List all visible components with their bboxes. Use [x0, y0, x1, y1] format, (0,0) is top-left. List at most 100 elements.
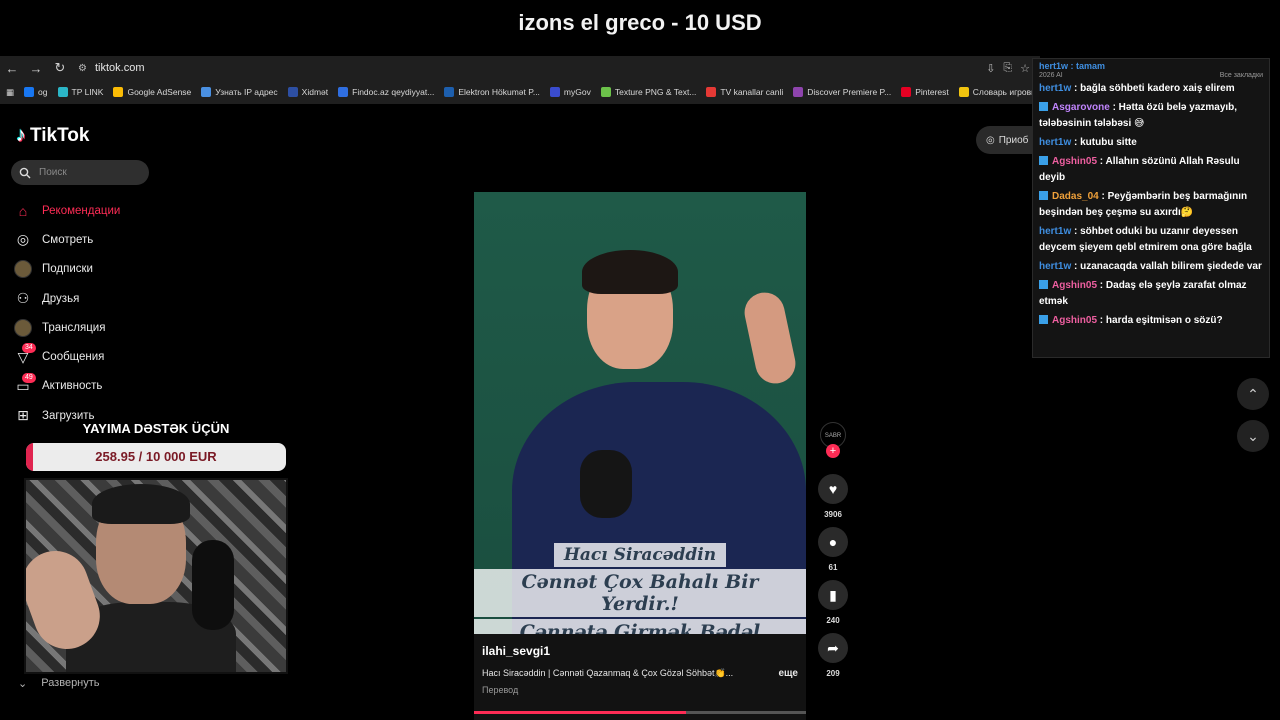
platform-badge-icon [1039, 156, 1048, 165]
video-description-row: Hacı Siracəddin | Cənnəti Qazanmaq & Çox… [482, 668, 798, 679]
translate-icon[interactable]: ⎘ [1003, 62, 1012, 75]
translate-link[interactable]: Перевод [482, 685, 798, 695]
browser-chrome: ← → ↻ ⚙ tiktok.com ⇩ ⎘ ☆ ▦ og TP LINK Goog… [0, 56, 1040, 104]
sidebar-item-label: Рекомендации [42, 204, 121, 217]
stream-title: izons el greco - 10 USD [0, 0, 1280, 54]
chat-username: Agshin05 [1052, 315, 1098, 326]
apps-icon[interactable]: ▦ [6, 87, 14, 98]
comment-icon[interactable]: ● [818, 527, 848, 557]
search-input[interactable]: Поиск [39, 167, 67, 178]
bookmark-item[interactable]: Elektron Hökumət P... [444, 87, 540, 97]
chat-message: hert1w : bağla söhbeti kadero xaiş elire… [1039, 81, 1263, 97]
tiktok-logo[interactable]: ♪ TikTok [16, 124, 89, 147]
star-icon[interactable]: ☆ [1020, 62, 1030, 75]
chat-text: : söhbet oduki bu uzanır deyessen deycem… [1039, 226, 1252, 253]
tiktok-note-icon: ♪ [16, 124, 26, 146]
previous-video-button[interactable]: ⌃ [1237, 378, 1269, 410]
avatar [14, 260, 32, 279]
like-count: 3906 [824, 510, 842, 519]
bookmark-item[interactable]: Texture PNG & Text... [600, 87, 696, 97]
bookmark-item[interactable]: Discover Premiere P... [793, 87, 891, 97]
open-app-button[interactable]: ◎ Приоб [976, 126, 1040, 154]
goal-title: YAYIMA DƏSTƏK ÜÇÜN [82, 421, 230, 436]
sidebar-item-2[interactable]: ◎ Смотреть [14, 225, 214, 254]
chat-message: Dadas_04 : Peyğəmbərin beş barmağının be… [1039, 189, 1263, 221]
sidebar-item-5[interactable]: Трансляция [14, 313, 214, 342]
next-video-button[interactable]: ⌄ [1237, 420, 1269, 452]
creator-avatar[interactable]: SABR + [820, 422, 846, 458]
forward-icon[interactable]: → [24, 56, 48, 80]
chevron-down-icon: ⌄ [18, 678, 28, 690]
bookmark-item[interactable]: Findoc.az qeydiyyat... [338, 87, 434, 97]
comment-action[interactable]: ● 61 [816, 527, 850, 572]
like-action[interactable]: ♥ 3906 [816, 474, 850, 519]
subscriptions-avatar [14, 260, 32, 279]
install-icon[interactable]: ⇩ [986, 62, 995, 75]
share-count: 209 [826, 669, 840, 678]
video-author[interactable]: ilahi_sevgi1 [482, 644, 798, 658]
bookmark-item[interactable]: TV kanallar canli [706, 87, 783, 97]
bookmark-item[interactable]: Xidmət [287, 87, 328, 97]
bookmark-label: Elektron Hökumət P... [458, 87, 540, 97]
chevron-up-icon: ⌃ [1247, 385, 1259, 402]
platform-badge-icon [1039, 191, 1048, 200]
video-caption: Hacı Siracəddin Cənnət Çox Bahalı Bir Ye… [474, 542, 806, 634]
chat-message: Agshin05 : Dadaş elə şeylə zarafat olmaz… [1039, 278, 1263, 310]
bookmark-label: Discover Premiere P... [807, 87, 892, 97]
bookmark-item[interactable]: TP LINK [57, 87, 103, 97]
chat-message: hert1w : kutubu sitte [1039, 135, 1263, 151]
video-player[interactable]: Hacı Siracəddin Cənnət Çox Bahalı Bir Ye… [474, 192, 806, 634]
address-field[interactable]: ⚙ tiktok.com [78, 58, 986, 78]
chat-text: : bağla söhbeti kadero xaiş elirem [1074, 83, 1235, 94]
bookmark-favicon-icon [287, 87, 298, 97]
live-icon [14, 318, 32, 337]
bookmark-favicon-icon [201, 87, 212, 97]
bookmark-item[interactable]: Pinterest [901, 87, 949, 97]
url-text: tiktok.com [94, 62, 145, 74]
video-progress-bar[interactable] [474, 711, 806, 714]
like-icon[interactable]: ♥ [818, 474, 848, 504]
favorite-icon[interactable]: ▮ [818, 580, 848, 610]
favorite-action[interactable]: ▮ 240 [816, 580, 850, 625]
search-box[interactable]: Поиск [11, 160, 149, 185]
chat-message: Asgarovone : Hətta özü belə yazmayıb, tə… [1039, 100, 1263, 132]
back-icon[interactable]: ← [0, 56, 24, 80]
bookmark-item[interactable]: og [24, 87, 48, 97]
platform-badge-icon [1039, 280, 1048, 289]
bookmark-item[interactable]: Словарь игровых т... [958, 87, 1040, 97]
share-icon[interactable]: ➦ [818, 633, 848, 663]
bookmark-favicon-icon [549, 87, 560, 97]
compass-icon: ◎ [16, 231, 30, 248]
video-actions: ♥ 3906 ● 61 ▮ 240 ➦ 209 [816, 474, 850, 686]
sidebar-item-4[interactable]: ⚇ Друзья [14, 284, 214, 313]
sidebar-item-label: Смотреть [42, 233, 94, 246]
tiktok-logo-text: TikTok [30, 124, 90, 146]
sidebar-item-7[interactable]: ▭ 49 Активность [14, 372, 214, 401]
bookmark-item[interactable]: Google AdSense [113, 87, 191, 97]
donation-goal-text: 258.95 / 10 000 EUR [95, 449, 217, 464]
chat-messages: hert1w : bağla söhbeti kadero xaiş elire… [1039, 81, 1263, 329]
chat-message: hert1w : söhbet oduki bu uzanır deyessen… [1039, 224, 1263, 256]
more-link[interactable]: еще [778, 668, 798, 679]
chat-message: hert1w : uzanacaqda vallah bilirem şiede… [1039, 259, 1263, 275]
bookmark-item[interactable]: Узнать IP адрес [201, 87, 278, 97]
chat-username: Dadas_04 [1052, 191, 1099, 202]
bookmark-label: Узнать IP адрес [215, 87, 278, 97]
expand-button[interactable]: ⌄ Развернуть [18, 677, 100, 690]
sidebar-item-3[interactable]: Подписки [14, 255, 214, 284]
bookmark-item[interactable]: myGov [549, 87, 591, 97]
expand-label: Развернуть [41, 677, 100, 689]
reload-icon[interactable]: ↻ [48, 56, 72, 80]
sidebar-item-6[interactable]: ▽ 34 Сообщения [14, 342, 214, 371]
bookmark-label: myGov [563, 87, 591, 97]
site-info-icon[interactable]: ⚙ [78, 63, 87, 74]
chat-username: hert1w [1039, 226, 1072, 237]
bookmark-label: TV kanallar canli [720, 87, 784, 97]
chat-message: Agshin05 : Allahın sözünü Allah Rəsulu d… [1039, 154, 1263, 186]
sidebar-item-1[interactable]: ⌂ Рекомендации [14, 196, 214, 225]
video-description: Hacı Siracəddin | Cənnəti Qazanmaq & Çox… [482, 668, 734, 678]
share-action[interactable]: ➦ 209 [816, 633, 850, 678]
caption-name: Hacı Siracəddin [553, 543, 727, 567]
chevron-down-icon: ⌄ [1247, 427, 1259, 444]
follow-plus-icon[interactable]: + [826, 444, 840, 458]
